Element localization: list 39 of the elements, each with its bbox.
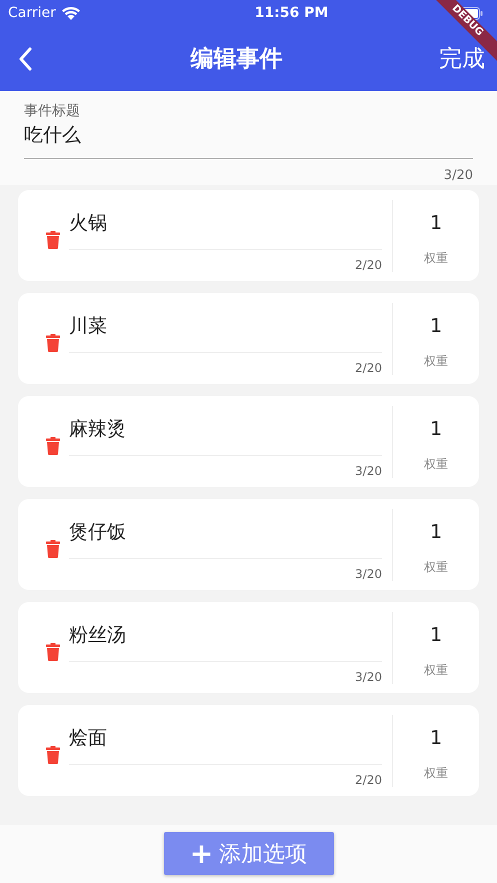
character-counter: 2/20: [355, 773, 382, 787]
weight-value[interactable]: 1: [430, 727, 442, 749]
delete-icon[interactable]: [46, 642, 60, 660]
weight-value[interactable]: 1: [430, 521, 442, 543]
delete-icon[interactable]: [46, 746, 60, 764]
back-button[interactable]: [18, 46, 34, 72]
weight-label: 权重: [424, 765, 448, 782]
option-input-field[interactable]: 川菜: [69, 313, 382, 353]
weight-value[interactable]: 1: [430, 624, 442, 646]
status-time: 11:56 PM: [254, 5, 328, 21]
field-label: 事件标题: [24, 102, 80, 120]
weight-value[interactable]: 1: [430, 315, 442, 337]
title-input-field[interactable]: 吃什么: [24, 120, 473, 159]
character-counter: 3/20: [355, 567, 382, 581]
character-counter: 3/20: [444, 168, 473, 183]
delete-icon[interactable]: [46, 436, 60, 454]
delete-icon[interactable]: [46, 540, 60, 558]
option-input-field[interactable]: 粉丝汤: [69, 622, 382, 662]
delete-icon[interactable]: [46, 230, 60, 248]
weight-label: 权重: [424, 353, 448, 370]
delete-icon[interactable]: [46, 334, 60, 352]
carrier-name: Carrier: [8, 5, 56, 21]
weight-label: 权重: [424, 456, 448, 473]
wifi-icon: [60, 6, 81, 20]
character-counter: 3/20: [355, 670, 382, 684]
character-counter: 3/20: [355, 464, 382, 478]
option-input-field[interactable]: 火锅: [69, 210, 382, 250]
weight-label: 权重: [424, 662, 448, 679]
character-counter: 2/20: [355, 258, 382, 272]
done-button[interactable]: 完成: [439, 43, 485, 74]
option-input-field[interactable]: 煲仔饭: [69, 519, 382, 559]
weight-label: 权重: [424, 559, 448, 576]
option-input-field[interactable]: 麻辣烫: [69, 416, 382, 456]
page-title: 编辑事件: [190, 45, 282, 74]
option-input-field[interactable]: 烩面: [69, 725, 382, 765]
weight-value[interactable]: 1: [430, 418, 442, 440]
weight-value[interactable]: 1: [430, 212, 442, 234]
weight-label: 权重: [424, 250, 448, 267]
character-counter: 2/20: [355, 361, 382, 375]
